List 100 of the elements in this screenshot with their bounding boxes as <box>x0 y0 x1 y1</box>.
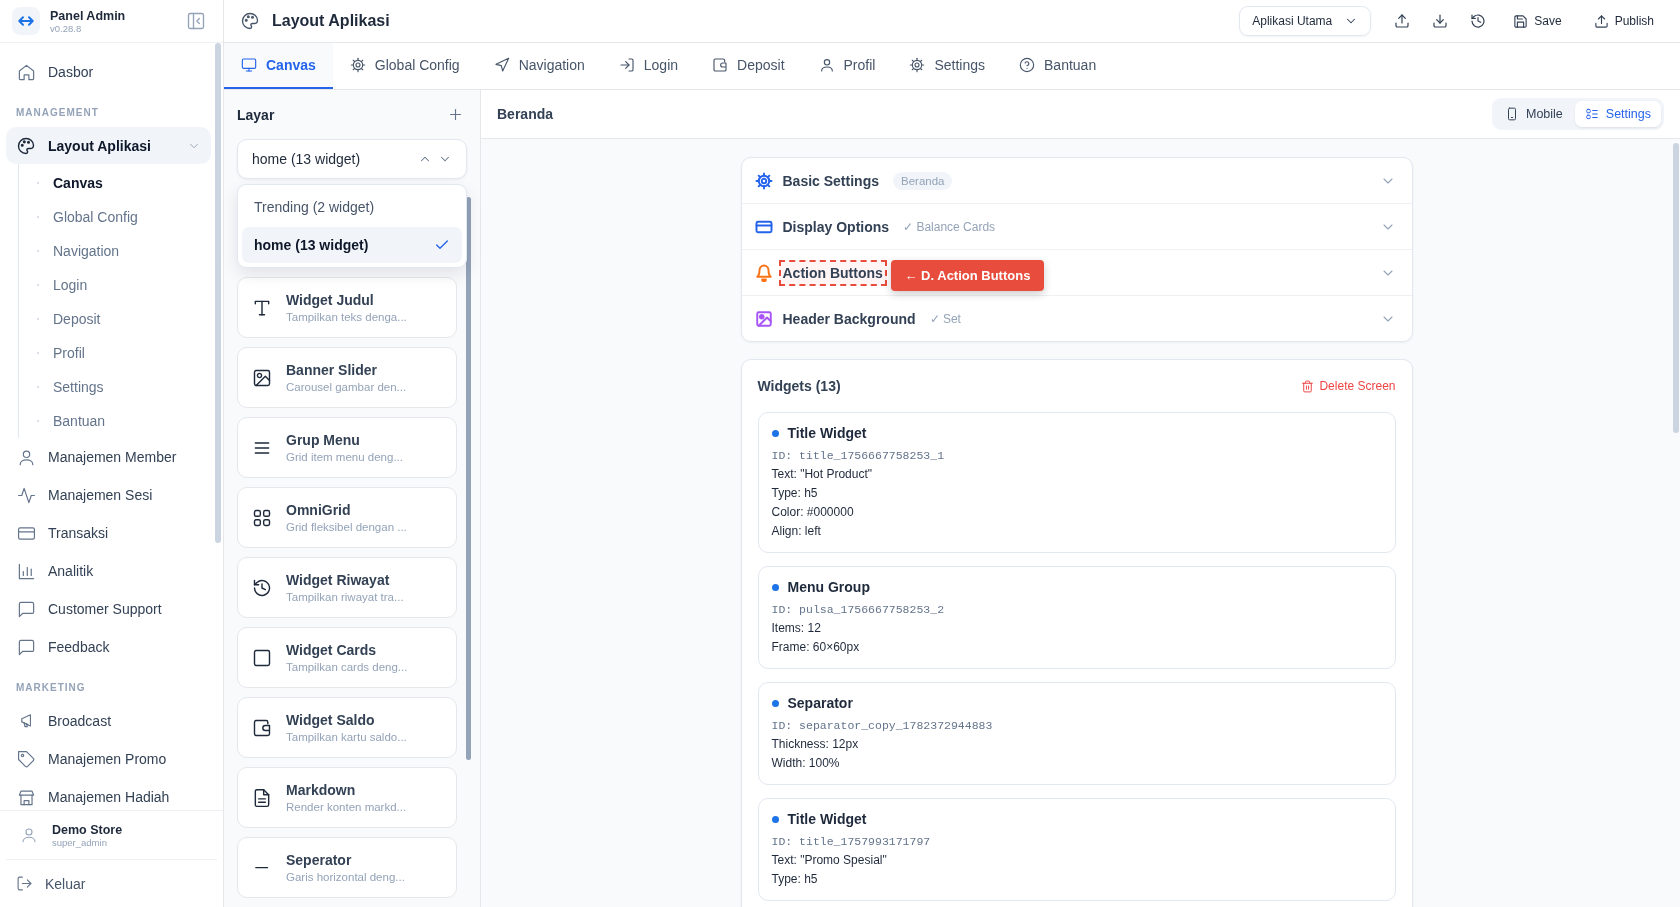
tab[interactable]: Profil <box>801 43 893 89</box>
nav-item[interactable]: Feedback <box>6 628 211 666</box>
bar-chart-icon <box>16 561 36 581</box>
widget-property: Items: 12 <box>771 621 822 635</box>
nav-subitem[interactable]: Global Config <box>19 200 211 234</box>
delete-screen-button[interactable]: Delete Screen <box>1301 379 1396 393</box>
nav-subitem[interactable]: Canvas <box>19 166 211 200</box>
nav-subitem[interactable]: Settings <box>19 370 211 404</box>
tab[interactable]: Bantuan <box>1002 43 1114 89</box>
dropdown-option[interactable]: home (13 widget) <box>242 227 462 263</box>
nav-subitem[interactable]: Bantuan <box>19 404 211 438</box>
widget-library-item[interactable]: Widget Saldo Tampilkan kartu saldo... <box>237 697 457 758</box>
screen-name: Beranda <box>497 106 554 122</box>
widget-card[interactable]: Title Widget ID: title_1757993171797 Text: "Promo Spesial" Type: h5 <box>757 798 1396 901</box>
widget-id: ID: title_1756667758253_1 <box>771 449 946 462</box>
widget-library-item[interactable]: Seperator Garis horizontal deng... <box>237 837 457 898</box>
settings-icon <box>349 57 366 73</box>
nav-item[interactable]: Transaksi <box>6 514 211 552</box>
settings-section-header[interactable]: Basic Settings Beranda <box>741 158 1412 204</box>
nav-subitem[interactable]: Navigation <box>19 234 211 268</box>
widget-library-item[interactable]: OmniGrid Grid fleksibel dengan ... <box>237 487 457 548</box>
tab[interactable]: Login <box>601 43 696 89</box>
dropdown-option[interactable]: Trending (2 widget) <box>242 189 462 225</box>
document-icon <box>252 787 272 808</box>
user-name: Demo Store <box>52 822 123 837</box>
settings-section-header[interactable]: Action Buttons ← D. Action Buttons <box>741 250 1412 296</box>
logout-button[interactable]: Keluar <box>6 859 217 907</box>
square-icon <box>252 647 272 668</box>
palette-icon <box>16 135 36 156</box>
nav-item[interactable]: Broadcast <box>6 702 211 740</box>
phone-icon <box>1505 107 1519 121</box>
widget-card[interactable]: Title Widget ID: title_1756667758253_1 Text: "Hot Product" Type: h5 Color: #000000 Align: left <box>757 412 1396 553</box>
section-heading: MARKETING <box>16 681 87 695</box>
tab[interactable]: Global Config <box>332 43 477 89</box>
widget-title: Widget Riwayat <box>286 572 391 588</box>
widget-library-item[interactable]: Widget Judul Tampilkan teks denga... <box>237 277 457 338</box>
save-button[interactable]: Save <box>1501 6 1574 36</box>
login-icon <box>618 57 635 73</box>
widget-property: Type: h5 <box>771 486 819 500</box>
list-icon <box>1584 107 1599 121</box>
nav-item[interactable]: Manajemen Hadiah <box>6 778 211 810</box>
widget-library-item[interactable]: Widget Riwayat Tampilkan riwayat tra... <box>237 557 457 618</box>
section-status: ✓ Balance Cards <box>903 219 996 234</box>
app-select[interactable]: Aplikasi Utama <box>1239 6 1372 36</box>
tab[interactable]: Navigation <box>476 43 602 89</box>
speech-bubble-icon <box>16 637 36 657</box>
widget-library-item[interactable]: Markdown Render konten markd... <box>237 767 457 828</box>
widget-description: Tampilkan riwayat tra... <box>286 591 404 603</box>
view-toggle-option[interactable]: Mobile <box>1495 101 1573 127</box>
widget-id: ID: pulsa_1756667758253_2 <box>771 603 946 616</box>
nav-item[interactable]: Analitik <box>6 552 211 590</box>
widget-description: Grid item menu deng... <box>286 451 403 463</box>
widgets-heading: Widgets (13) <box>757 378 841 394</box>
widget-description: Garis horizontal deng... <box>286 871 405 883</box>
nav-group[interactable]: Layout Aplikasi <box>6 127 211 164</box>
nav-subitem[interactable]: Profil <box>19 336 211 370</box>
tab[interactable]: Canvas <box>224 43 333 89</box>
nav-subitem[interactable]: Login <box>19 268 211 302</box>
widget-title: Widget Cards <box>286 642 378 658</box>
widget-library-item[interactable]: Banner Slider Carousel gambar den... <box>237 347 457 408</box>
widget-library-item[interactable]: Widget Cards Tampilkan cards deng... <box>237 627 457 688</box>
tab[interactable]: Settings <box>892 43 1003 89</box>
settings-icon <box>754 171 773 190</box>
megaphone-icon <box>20 714 32 728</box>
widget-card[interactable]: Menu Group ID: pulsa_1756667758253_2 Items: 12 Frame: 60×60px <box>757 566 1396 669</box>
settings-section-header[interactable]: Display Options ✓ Balance Cards <box>741 204 1412 250</box>
tag-icon <box>16 749 36 769</box>
nav-item[interactable]: Manajemen Member <box>6 438 211 476</box>
widget-description: Carousel gambar den... <box>286 381 407 393</box>
widget-description: Tampilkan teks denga... <box>286 311 407 323</box>
logout-icon <box>16 875 33 892</box>
settings-section-header[interactable]: Header Background ✓ Set <box>741 296 1412 341</box>
publish-button[interactable]: Publish <box>1581 6 1666 36</box>
widget-card[interactable]: Separator ID: separator_copy_1782372944883 Thickness: 12px Width: 100% <box>757 682 1396 785</box>
minus-icon <box>255 865 269 870</box>
screen-select[interactable]: home (13 widget) <box>237 139 467 179</box>
nav-item[interactable]: Manajemen Sesi <box>6 476 211 514</box>
settings-icon <box>909 57 926 73</box>
nav-item[interactable]: Manajemen Promo <box>6 740 211 778</box>
nav-item[interactable]: Customer Support <box>6 590 211 628</box>
nav-item[interactable]: Dasbor <box>6 53 211 91</box>
widget-library-item[interactable]: Grup Menu Grid item menu deng... <box>237 417 457 478</box>
section-status: ✓ Set <box>929 311 961 326</box>
history-icon <box>252 577 272 598</box>
widget-property: Color: #000000 <box>771 505 855 519</box>
page-title: Layout Aplikasi <box>272 12 390 30</box>
scrollbar[interactable] <box>215 43 221 543</box>
section-title: Action Buttons <box>778 259 887 286</box>
widget-property: Align: left <box>771 524 822 538</box>
upload-icon <box>1394 13 1411 29</box>
widget-property: Thickness: 12px <box>771 737 860 751</box>
wallet-icon <box>712 57 729 73</box>
history-icon <box>1470 13 1487 29</box>
panel-title: Layar <box>237 106 275 123</box>
nav-subitem[interactable]: Deposit <box>19 302 211 336</box>
widget-title: Grup Menu <box>286 432 361 448</box>
widget-property: Frame: 60×60px <box>771 640 861 654</box>
paper-plane-icon <box>493 57 510 73</box>
view-toggle-option[interactable]: Settings <box>1574 101 1661 127</box>
tab[interactable]: Deposit <box>695 43 802 89</box>
